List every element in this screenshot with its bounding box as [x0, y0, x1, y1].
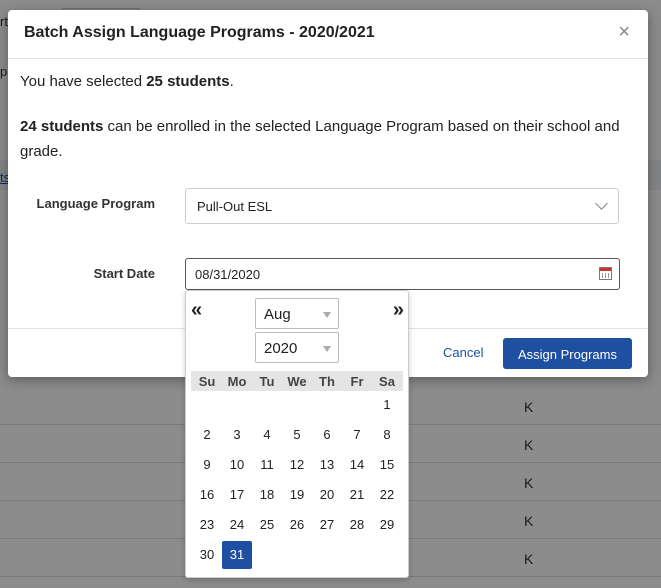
- calendar-day[interactable]: 5: [282, 421, 312, 449]
- calendar-day[interactable]: 10: [222, 451, 252, 479]
- calendar-icon[interactable]: [599, 267, 612, 280]
- calendar-day[interactable]: 11: [252, 451, 282, 479]
- calendar-day[interactable]: 28: [342, 511, 372, 539]
- year-select[interactable]: 2020: [255, 332, 339, 363]
- selected-count: 25 students: [146, 73, 230, 90]
- calendar-day[interactable]: 7: [342, 421, 372, 449]
- calendar-day[interactable]: 27: [312, 511, 342, 539]
- weekday-label: Fr: [350, 374, 364, 389]
- selected-suffix: .: [229, 73, 234, 90]
- calendar-day[interactable]: 2: [192, 421, 222, 449]
- calendar-day[interactable]: 18: [252, 481, 282, 509]
- calendar-day[interactable]: 9: [192, 451, 222, 479]
- language-program-select[interactable]: Pull-Out ESL: [185, 188, 619, 224]
- calendar-day[interactable]: 3: [222, 421, 252, 449]
- close-icon[interactable]: ×: [618, 22, 630, 42]
- modal-title: Batch Assign Language Programs - 2020/20…: [24, 24, 375, 41]
- next-month-icon[interactable]: »: [393, 300, 404, 320]
- calendar-day[interactable]: 19: [282, 481, 312, 509]
- calendar-day[interactable]: 23: [192, 511, 222, 539]
- weekday-label: Mo: [227, 374, 247, 389]
- language-program-value: Pull-Out ESL: [197, 199, 273, 214]
- selected-summary: You have selected 25 students.: [20, 73, 234, 90]
- calendar-day[interactable]: 4: [252, 421, 282, 449]
- caret-down-icon: [323, 312, 331, 318]
- calendar-day[interactable]: 15: [372, 451, 402, 479]
- calendar-day[interactable]: 26: [282, 511, 312, 539]
- calendar-day[interactable]: 21: [342, 481, 372, 509]
- weekday-label: We: [287, 374, 307, 389]
- calendar-day[interactable]: 8: [372, 421, 402, 449]
- start-date-value: 08/31/2020: [195, 267, 261, 282]
- calendar-day[interactable]: 20: [312, 481, 342, 509]
- calendar-day[interactable]: 12: [282, 451, 312, 479]
- selected-prefix: You have selected: [20, 73, 147, 90]
- calendar-day[interactable]: 30: [192, 541, 222, 569]
- enroll-summary: 24 students can be enrolled in the selec…: [20, 114, 630, 164]
- modal-header: Batch Assign Language Programs - 2020/20…: [8, 10, 648, 59]
- prev-month-icon[interactable]: «: [191, 300, 202, 320]
- month-value: Aug: [264, 306, 291, 323]
- datepicker-popup: « Aug » 2020 Su Mo Tu We Th Fr Sa 1 2 3 4 5 6 7 8 9 10 1…: [185, 290, 409, 578]
- caret-down-icon: [323, 346, 331, 352]
- cancel-button[interactable]: Cancel: [443, 345, 483, 360]
- enroll-count: 24 students: [20, 118, 104, 135]
- calendar-day[interactable]: 1: [372, 391, 402, 419]
- weekday-label: Th: [319, 374, 335, 389]
- calendar-day[interactable]: 29: [372, 511, 402, 539]
- chevron-down-icon: [595, 197, 608, 210]
- calendar-day[interactable]: 13: [312, 451, 342, 479]
- weekday-label: Su: [198, 374, 216, 389]
- calendar-day[interactable]: 22: [372, 481, 402, 509]
- weekday-label: Sa: [379, 374, 395, 389]
- calendar-day[interactable]: 17: [222, 481, 252, 509]
- weekday-label: Tu: [259, 374, 275, 389]
- calendar-day[interactable]: 6: [312, 421, 342, 449]
- calendar-day[interactable]: 14: [342, 451, 372, 479]
- year-value: 2020: [264, 340, 298, 357]
- calendar-day-selected[interactable]: 31: [222, 541, 252, 569]
- calendar-day[interactable]: 25: [252, 511, 282, 539]
- weekday-header: Su Mo Tu We Th Fr Sa: [191, 371, 403, 391]
- start-date-input[interactable]: 08/31/2020: [185, 258, 620, 290]
- assign-programs-button[interactable]: Assign Programs: [503, 338, 632, 369]
- language-program-label: Language Program: [36, 196, 155, 211]
- start-date-label: Start Date: [93, 266, 155, 281]
- enroll-text: can be enrolled in the selected Language…: [20, 118, 620, 160]
- calendar-day[interactable]: 16: [192, 481, 222, 509]
- calendar-day[interactable]: 24: [222, 511, 252, 539]
- month-select[interactable]: Aug: [255, 298, 339, 329]
